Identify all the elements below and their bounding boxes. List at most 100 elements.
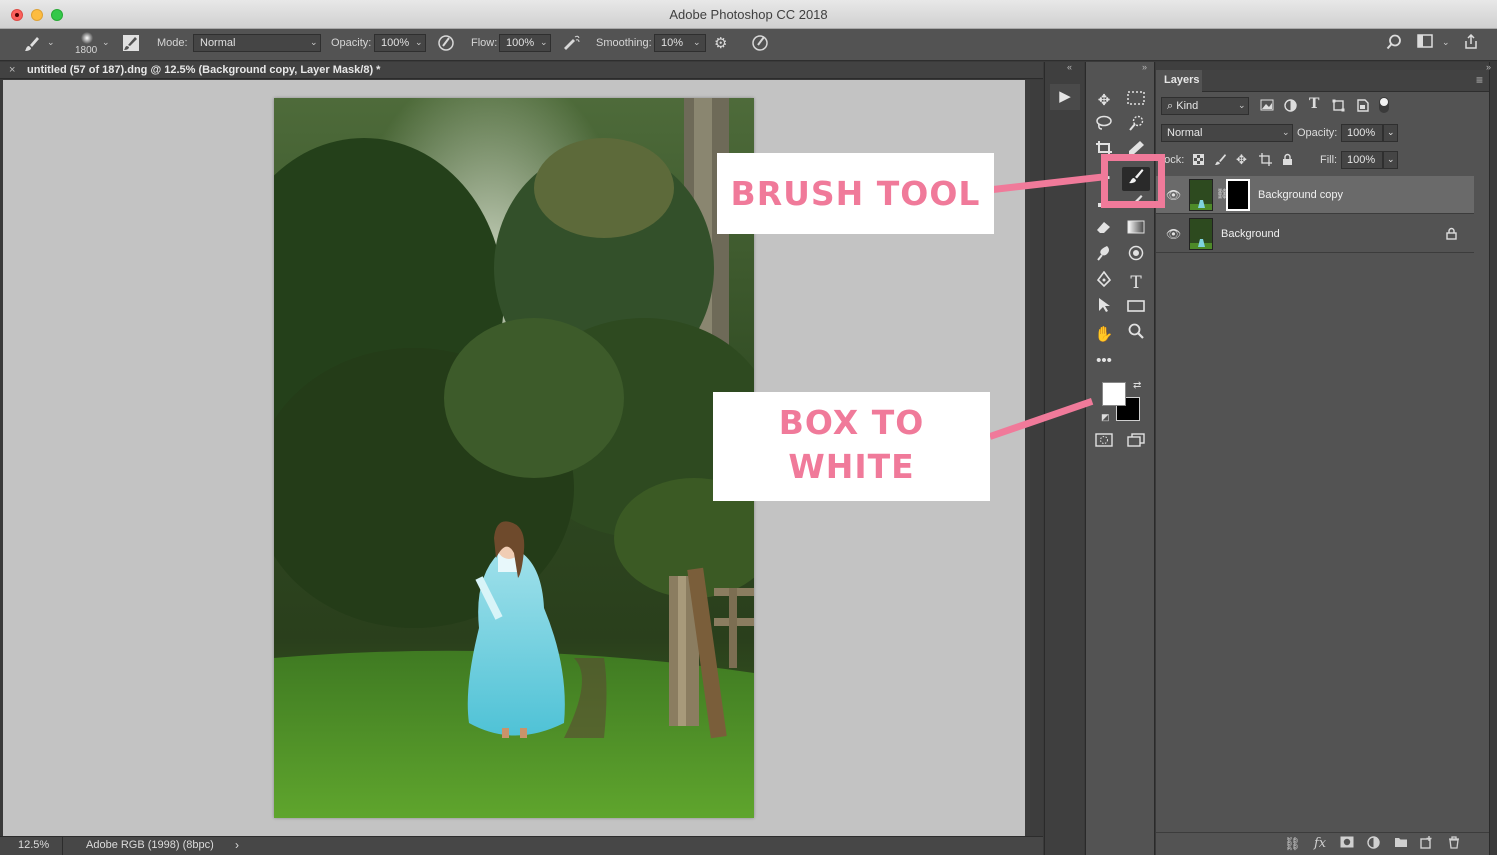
status-bar: 12.5% Adobe RGB (1998) (8bpc) › xyxy=(0,836,1043,855)
layer-row-background-copy[interactable]: 👁 ⛓ Background copy xyxy=(1156,176,1474,214)
opacity-chevron-icon[interactable]: ⌄ xyxy=(415,37,423,48)
panel-menu-icon[interactable]: ≡ xyxy=(1476,73,1483,87)
pressure-size-icon[interactable] xyxy=(751,34,769,56)
new-layer-icon[interactable] xyxy=(1420,836,1433,852)
layers-panel-header: Layers ≡ xyxy=(1156,70,1489,92)
workspace-icon[interactable] xyxy=(1417,34,1433,52)
close-document-icon[interactable]: × xyxy=(9,64,15,76)
box-to-white-line-1: BOX TO xyxy=(778,403,925,442)
layer-style-fx-icon[interactable]: fx xyxy=(1314,836,1326,851)
filter-smart-object-icon[interactable] xyxy=(1356,99,1369,115)
foreground-color-swatch[interactable] xyxy=(1102,382,1126,406)
delete-layer-trash-icon[interactable] xyxy=(1448,836,1460,852)
opacity-label: Opacity: xyxy=(331,37,372,49)
marquee-tool-icon[interactable] xyxy=(1122,89,1150,113)
move-tool-icon[interactable]: ✥ xyxy=(1090,89,1118,113)
filter-adjustment-icon[interactable] xyxy=(1284,99,1297,115)
lock-transparent-pixels-icon[interactable] xyxy=(1193,154,1204,168)
layer-row-background[interactable]: 👁 Background xyxy=(1156,215,1474,253)
flow-label: Flow: xyxy=(471,37,498,49)
expand-toolbox-icon[interactable]: » xyxy=(1142,62,1147,72)
filter-pixel-icon[interactable] xyxy=(1260,99,1274,114)
layer-mask-thumbnail[interactable] xyxy=(1226,179,1250,211)
filter-type-icon[interactable]: T xyxy=(1309,96,1319,112)
new-adjustment-layer-icon[interactable] xyxy=(1367,836,1380,852)
screen-mode-icon[interactable] xyxy=(1122,431,1150,455)
layers-tab[interactable]: Layers xyxy=(1156,70,1202,92)
fill-input[interactable]: 100% xyxy=(1341,151,1383,169)
mode-chevron-icon: ⌄ xyxy=(310,37,318,47)
layer-thumbnail[interactable] xyxy=(1189,218,1213,250)
window-title: Adobe Photoshop CC 2018 xyxy=(669,7,828,22)
pen-tool-icon[interactable] xyxy=(1090,270,1118,295)
pressure-opacity-icon[interactable] xyxy=(437,34,455,56)
layers-panel: Layers ≡ ⌕ Kind ⌄ T Normal ⌄ Opacity: 10… xyxy=(1156,62,1489,855)
layer-name[interactable]: Background xyxy=(1221,228,1280,240)
lasso-tool-icon[interactable] xyxy=(1090,115,1118,139)
flow-chevron-icon[interactable]: ⌄ xyxy=(540,37,548,48)
lock-artboard-icon[interactable] xyxy=(1259,153,1272,169)
mode-label: Mode: xyxy=(157,37,188,49)
fill-chevron-icon[interactable]: ⌄ xyxy=(1383,151,1398,169)
quick-selection-tool-icon[interactable] xyxy=(1122,115,1150,139)
brush-size-value: 1800 xyxy=(75,45,98,56)
swap-colors-icon[interactable]: ⇄ xyxy=(1133,380,1141,391)
filter-kind-select[interactable]: ⌕ Kind xyxy=(1161,97,1249,115)
hand-tool-icon[interactable]: ✋ xyxy=(1090,323,1118,347)
filter-shape-icon[interactable] xyxy=(1332,99,1345,115)
lock-position-icon[interactable]: ✥ xyxy=(1236,152,1247,168)
tool-options-bar: ⌄ 1800 ⌄ Mode: Normal ⌄ Opacity: 100% ⌄ … xyxy=(0,29,1497,61)
document-title: untitled (57 of 187).dng @ 12.5% (Backgr… xyxy=(27,64,381,76)
layer-opacity-chevron-icon[interactable]: ⌄ xyxy=(1383,124,1398,142)
link-layers-icon[interactable]: ⛓ xyxy=(1284,836,1301,852)
search-icon[interactable] xyxy=(1386,34,1402,54)
airbrush-icon[interactable] xyxy=(561,34,581,56)
type-tool-icon[interactable]: T xyxy=(1122,271,1150,295)
status-menu-arrow-icon[interactable]: › xyxy=(235,838,239,852)
new-group-folder-icon[interactable] xyxy=(1394,836,1408,851)
panel-top-strip xyxy=(1156,62,1489,70)
visibility-eye-icon[interactable]: 👁 xyxy=(1166,227,1181,241)
lock-image-pixels-icon[interactable] xyxy=(1214,153,1227,169)
smoothing-label: Smoothing: xyxy=(596,37,652,49)
rectangle-tool-icon[interactable] xyxy=(1122,297,1150,321)
collapse-dock-icon[interactable]: « xyxy=(1067,62,1072,72)
brush-preset-icon[interactable] xyxy=(22,34,42,58)
add-mask-icon[interactable] xyxy=(1340,836,1354,851)
brush-size-chevron-icon[interactable]: ⌄ xyxy=(102,37,110,48)
path-selection-tool-icon[interactable] xyxy=(1090,297,1118,321)
box-to-white-callout: BOX TO WHITE xyxy=(713,392,990,501)
zoom-level[interactable]: 12.5% xyxy=(18,839,49,851)
eraser-tool-icon[interactable] xyxy=(1090,219,1118,243)
window-titlebar: Adobe Photoshop CC 2018 xyxy=(0,0,1497,29)
fill-label: Fill: xyxy=(1320,154,1338,166)
play-actions-icon[interactable]: ▶ xyxy=(1050,84,1080,110)
default-colors-icon[interactable]: ◩ xyxy=(1101,412,1110,423)
brush-preset-chevron-icon[interactable]: ⌄ xyxy=(47,37,55,48)
layers-panel-footer: ⛓ fx xyxy=(1156,832,1489,855)
smoothing-chevron-icon[interactable]: ⌄ xyxy=(693,37,701,48)
workspace-chevron-icon[interactable]: ⌄ xyxy=(1442,37,1450,48)
gradient-tool-icon[interactable] xyxy=(1122,219,1150,243)
quick-mask-icon[interactable] xyxy=(1090,431,1118,455)
layer-opacity-label: Opacity: xyxy=(1297,127,1338,139)
expand-panels-icon[interactable]: » xyxy=(1486,62,1491,72)
mode-select[interactable]: Normal xyxy=(193,34,321,52)
document-photo[interactable] xyxy=(274,98,754,818)
visibility-eye-icon[interactable]: 👁 xyxy=(1166,188,1181,202)
document-tab[interactable]: × untitled (57 of 187).dng @ 12.5% (Back… xyxy=(0,62,1043,79)
blur-tool-icon[interactable] xyxy=(1090,245,1118,269)
brush-settings-panel-icon[interactable] xyxy=(122,34,140,55)
share-icon[interactable] xyxy=(1463,33,1479,54)
zoom-tool-icon[interactable] xyxy=(1122,323,1150,347)
filter-toggle[interactable] xyxy=(1379,97,1389,113)
blend-mode-select[interactable]: Normal xyxy=(1161,124,1293,142)
more-tools-icon[interactable]: ••• xyxy=(1090,349,1118,373)
filter-toggle-knob xyxy=(1380,98,1388,106)
smoothing-options-gear-icon[interactable]: ⚙ xyxy=(714,34,727,52)
layer-opacity-input[interactable]: 100% xyxy=(1341,124,1383,142)
lock-all-icon[interactable] xyxy=(1282,153,1293,169)
dodge-tool-icon[interactable] xyxy=(1122,245,1150,269)
layer-thumbnail[interactable] xyxy=(1189,179,1213,211)
layer-name[interactable]: Background copy xyxy=(1258,189,1343,201)
